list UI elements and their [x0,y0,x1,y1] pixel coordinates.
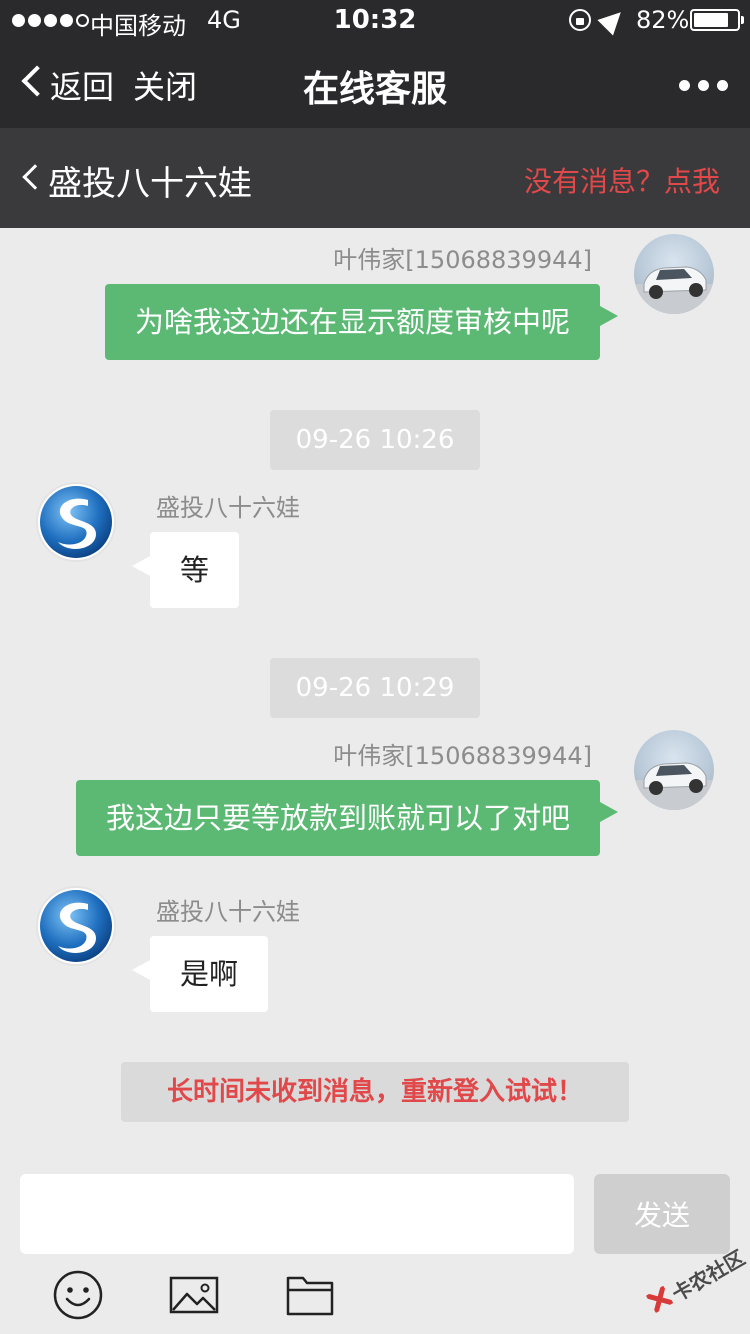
reconnect-notice[interactable]: 长时间未收到消息，重新登入试试！ [121,1062,629,1122]
sender-name: 叶伟家[15068839944] [333,742,592,770]
back-chevron-icon[interactable] [21,65,53,97]
folder-icon[interactable] [285,1270,335,1320]
nav-bar: 返回 关闭 在线客服 [0,40,750,128]
message-bubble[interactable]: 我这边只要等放款到账就可以了对吧 [75,780,619,856]
image-icon[interactable] [169,1270,219,1320]
sender-name: 盛投八十六娃 [156,494,300,522]
chat-back-chevron-icon[interactable] [22,164,48,190]
message-bubble[interactable]: 是啊 [131,936,269,1012]
company-logo-icon [40,890,112,962]
message-bubble[interactable]: 为啥我这边还在显示额度审核中呢 [104,284,619,360]
chat-header: 盛投八十六娃 没有消息？点我 [0,128,750,228]
avatar[interactable] [36,482,116,562]
message-input[interactable] [20,1174,574,1254]
back-button[interactable]: 返回 [50,62,114,108]
car-avatar-icon [634,762,714,810]
message-bubble[interactable]: 等 [131,532,240,608]
send-button[interactable]: 发送 [594,1174,730,1254]
car-avatar-icon [634,266,714,314]
close-button[interactable]: 关闭 [133,62,197,108]
avatar[interactable] [634,234,714,314]
avatar[interactable] [36,886,116,966]
timestamp: 09-26 10:26 [270,410,480,470]
watermark-logo-icon [646,1285,674,1313]
emoji-icon[interactable] [53,1270,103,1320]
sender-name: 叶伟家[15068839944] [333,246,592,274]
more-dots-icon[interactable] [679,80,728,91]
battery-fill [694,13,729,27]
status-bar: 中国移动 4G 10:32 82% [0,0,750,40]
battery-icon [690,9,744,31]
company-logo-icon [40,486,112,558]
avatar[interactable] [634,730,714,810]
sender-name: 盛投八十六娃 [156,898,300,926]
timestamp: 09-26 10:29 [270,658,480,718]
battery-percent: 82% [636,6,690,34]
no-message-link[interactable]: 没有消息？点我 [524,160,720,200]
rotation-lock-icon [569,9,591,31]
contact-name[interactable]: 盛投八十六娃 [48,156,252,205]
